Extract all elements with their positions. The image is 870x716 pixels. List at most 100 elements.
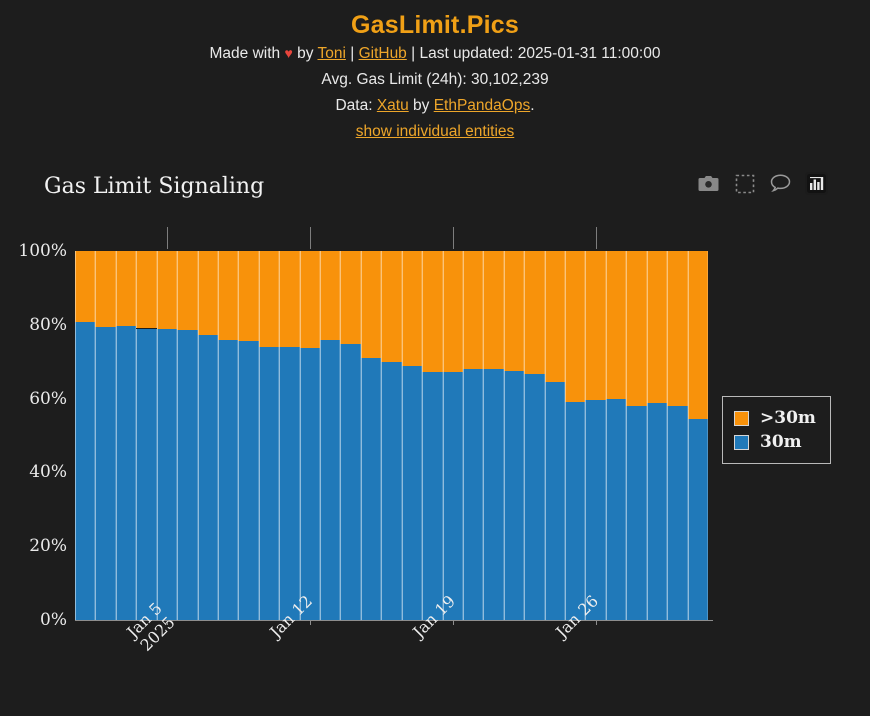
bar-column[interactable] <box>545 251 565 620</box>
bar-column[interactable] <box>443 251 463 620</box>
bar-segment-gt30m[interactable] <box>381 251 401 362</box>
bar-column[interactable] <box>667 251 687 620</box>
bar-column[interactable] <box>688 251 708 620</box>
bar-segment-30m[interactable] <box>688 419 708 620</box>
bar-segment-30m[interactable] <box>279 347 299 620</box>
bar-segment-gt30m[interactable] <box>259 251 279 347</box>
bar-column[interactable] <box>504 251 524 620</box>
bar-column[interactable] <box>259 251 279 620</box>
bar-segment-30m[interactable] <box>504 371 524 620</box>
bar-segment-30m[interactable] <box>238 341 258 620</box>
bar-column[interactable] <box>361 251 381 620</box>
bar-segment-gt30m[interactable] <box>443 251 463 372</box>
bar-segment-30m[interactable] <box>75 322 95 620</box>
bar-segment-gt30m[interactable] <box>402 251 422 366</box>
bar-column[interactable] <box>381 251 401 620</box>
bar-segment-gt30m[interactable] <box>524 251 544 374</box>
bar-segment-30m[interactable] <box>218 340 238 620</box>
bar-segment-gt30m[interactable] <box>177 251 197 330</box>
bar-column[interactable] <box>95 251 115 620</box>
bar-segment-gt30m[interactable] <box>463 251 483 369</box>
bar-column[interactable] <box>565 251 585 620</box>
bar-segment-30m[interactable] <box>626 406 646 620</box>
bar-column[interactable] <box>524 251 544 620</box>
bar-column[interactable] <box>647 251 667 620</box>
bar-segment-30m[interactable] <box>463 369 483 620</box>
bar-segment-gt30m[interactable] <box>422 251 442 372</box>
bar-segment-gt30m[interactable] <box>238 251 258 341</box>
bar-segment-gt30m[interactable] <box>688 251 708 419</box>
bar-segment-30m[interactable] <box>667 406 687 620</box>
bar-segment-30m[interactable] <box>300 348 320 620</box>
github-link[interactable]: GitHub <box>359 45 407 62</box>
bar-segment-gt30m[interactable] <box>136 251 156 328</box>
bar-segment-30m[interactable] <box>95 327 115 620</box>
bar-segment-gt30m[interactable] <box>320 251 340 340</box>
bar-column[interactable] <box>606 251 626 620</box>
bar-segment-gt30m[interactable] <box>75 251 95 322</box>
bar-segment-gt30m[interactable] <box>606 251 626 399</box>
bar-segment-30m[interactable] <box>320 340 340 620</box>
ethpandaops-link[interactable]: EthPandaOps <box>434 97 531 114</box>
bar-segment-30m[interactable] <box>443 372 463 620</box>
camera-icon[interactable] <box>697 172 720 195</box>
bar-column[interactable] <box>422 251 442 620</box>
bar-segment-30m[interactable] <box>157 329 177 620</box>
bar-column[interactable] <box>116 251 136 620</box>
bar-column[interactable] <box>157 251 177 620</box>
bar-segment-gt30m[interactable] <box>483 251 503 369</box>
bar-segment-30m[interactable] <box>136 329 156 621</box>
bar-column[interactable] <box>75 251 95 620</box>
bar-segment-gt30m[interactable] <box>116 251 136 326</box>
bar-segment-30m[interactable] <box>524 374 544 620</box>
bar-segment-30m[interactable] <box>259 347 279 620</box>
legend-item-30m[interactable]: >30m <box>734 406 816 430</box>
bar-segment-gt30m[interactable] <box>157 251 177 329</box>
bar-segment-30m[interactable] <box>545 382 565 620</box>
bar-column[interactable] <box>300 251 320 620</box>
bar-segment-30m[interactable] <box>177 330 197 620</box>
zoom-select-icon[interactable] <box>733 172 756 195</box>
bar-column[interactable] <box>177 251 197 620</box>
bar-segment-30m[interactable] <box>361 358 381 620</box>
bar-segment-gt30m[interactable] <box>340 251 360 344</box>
bar-column[interactable] <box>483 251 503 620</box>
bar-segment-30m[interactable] <box>340 344 360 620</box>
bar-column[interactable] <box>585 251 605 620</box>
bar-segment-gt30m[interactable] <box>300 251 320 348</box>
bar-segment-gt30m[interactable] <box>545 251 565 382</box>
bar-segment-gt30m[interactable] <box>565 251 585 402</box>
bar-column[interactable] <box>463 251 483 620</box>
bar-segment-30m[interactable] <box>198 335 218 620</box>
bar-column[interactable] <box>238 251 258 620</box>
bar-segment-gt30m[interactable] <box>647 251 667 403</box>
bar-segment-gt30m[interactable] <box>95 251 115 327</box>
bar-segment-30m[interactable] <box>647 403 667 620</box>
bar-chart-icon[interactable] <box>805 172 828 195</box>
show-individual-entities-link[interactable]: show individual entities <box>356 123 515 140</box>
bar-column[interactable] <box>626 251 646 620</box>
bar-column[interactable] <box>198 251 218 620</box>
bar-segment-30m[interactable] <box>116 326 136 620</box>
bar-column[interactable] <box>279 251 299 620</box>
bar-segment-30m[interactable] <box>381 362 401 620</box>
bar-segment-30m[interactable] <box>483 369 503 620</box>
bar-segment-30m[interactable] <box>606 399 626 620</box>
bar-segment-gt30m[interactable] <box>198 251 218 335</box>
bar-segment-gt30m[interactable] <box>667 251 687 406</box>
author-link[interactable]: Toni <box>317 45 345 62</box>
bar-segment-gt30m[interactable] <box>218 251 238 340</box>
bar-segment-gt30m[interactable] <box>585 251 605 400</box>
bar-segment-30m[interactable] <box>585 400 605 620</box>
bar-segment-gt30m[interactable] <box>626 251 646 406</box>
bar-column[interactable] <box>402 251 422 620</box>
bar-segment-gt30m[interactable] <box>504 251 524 371</box>
comment-icon[interactable] <box>769 172 792 195</box>
xatu-link[interactable]: Xatu <box>377 97 409 114</box>
legend-item-30m[interactable]: 30m <box>734 430 816 454</box>
bar-segment-30m[interactable] <box>402 366 422 620</box>
bar-segment-gt30m[interactable] <box>279 251 299 347</box>
bar-column[interactable] <box>320 251 340 620</box>
bar-column[interactable] <box>218 251 238 620</box>
bar-segment-30m[interactable] <box>422 372 442 620</box>
